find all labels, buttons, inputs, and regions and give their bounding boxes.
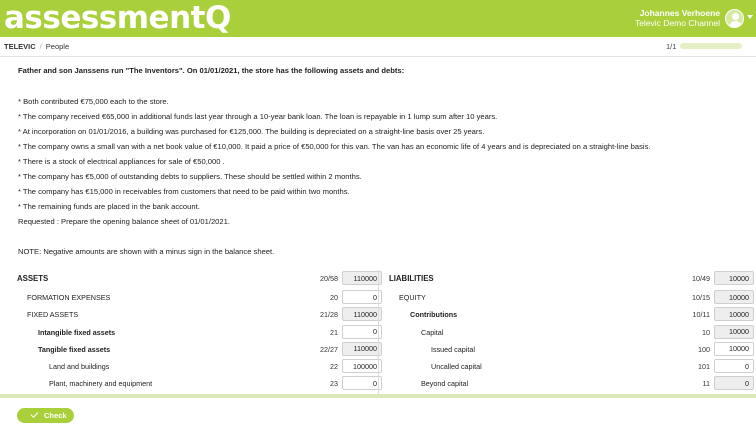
row-label: Contributions	[410, 310, 458, 320]
assets-row: FORMATION EXPENSES 20	[17, 289, 382, 306]
assets-row: Intangible fixed assets 21	[17, 324, 382, 341]
checkmark-icon	[30, 410, 39, 418]
row-value-input[interactable]	[714, 359, 754, 374]
liabilities-header-row: LIABILITIES 10/49	[389, 270, 754, 289]
row-value-input	[714, 376, 754, 391]
row-code: 10/11	[692, 310, 710, 320]
user-name: Johannes Verhoene	[639, 8, 720, 18]
page-counter: 1/1	[666, 42, 677, 51]
row-code: 11	[702, 379, 710, 389]
question-line: * The remaining funds are placed in the …	[18, 202, 200, 211]
assets-row: Plant, machinery and equipment 23	[17, 375, 382, 392]
liabilities-row: Capital 10	[389, 324, 754, 341]
question-note: NOTE: Negative amounts are shown with a …	[18, 247, 275, 256]
liabilities-row: Uncalled capital 101	[389, 358, 754, 375]
question-text: Father and son Janssens run "The Invento…	[18, 63, 738, 259]
top-bar: assessmentQ Johannes Verhoene Televic De…	[0, 0, 756, 37]
liabilities-row: EQUITY 10/15	[389, 289, 754, 306]
row-value-input[interactable]	[342, 376, 382, 391]
row-code: 21	[330, 327, 338, 337]
row-code: 20/58	[320, 274, 338, 283]
row-code: 22/27	[320, 344, 338, 354]
breadcrumb-item-televic[interactable]: TELEVIC	[4, 42, 36, 51]
assets-title: ASSETS	[17, 274, 49, 283]
row-label: FIXED ASSETS	[27, 310, 79, 320]
app-logo: assessmentQ	[4, 0, 231, 36]
row-value-input	[714, 307, 754, 322]
question-line: * The company received €65,000 in additi…	[18, 112, 498, 121]
row-label: Plant, machinery and equipment	[49, 379, 153, 389]
question-title: Father and son Janssens run "The Invento…	[18, 66, 405, 75]
row-code: 101	[698, 362, 710, 372]
row-label: Tangible fixed assets	[38, 344, 111, 354]
user-channel: Televic Demo Channel	[634, 18, 720, 28]
question-content: Father and son Janssens run "The Invento…	[0, 58, 756, 394]
row-code: 23	[330, 379, 338, 389]
row-label: Land and buildings	[49, 362, 110, 372]
row-code: 10/49	[692, 274, 710, 283]
row-label: Uncalled capital	[431, 362, 482, 372]
check-button[interactable]: Check	[17, 408, 74, 423]
avatar[interactable]	[725, 9, 744, 28]
row-label: Beyond capital	[421, 379, 469, 389]
assets-row: FIXED ASSETS 21/28	[17, 306, 382, 323]
question-line: * There is a stock of electrical applian…	[18, 157, 225, 166]
row-value-input	[714, 324, 754, 339]
assets-row: Tangible fixed assets 22/27	[17, 341, 382, 358]
row-code: 22	[330, 362, 338, 372]
row-label: Capital	[421, 327, 444, 337]
footer-bar: Check	[0, 398, 756, 429]
question-line: Requested : Prepare the opening balance …	[18, 217, 230, 226]
liabilities-row: Issued capital 100	[389, 341, 754, 358]
row-value-input[interactable]	[342, 324, 382, 339]
row-value-input[interactable]	[714, 341, 754, 356]
row-label: Intangible fixed assets	[38, 327, 116, 337]
question-line: * At incorporation on 01/01/2016, a buil…	[18, 127, 485, 136]
liabilities-row: Contributions 10/11	[389, 306, 754, 323]
breadcrumb: TELEVIC / People	[4, 42, 69, 51]
column-divider	[378, 270, 379, 394]
row-label: FORMATION EXPENSES	[27, 293, 111, 302]
question-line: * Both contributed €75,000 each to the s…	[18, 97, 169, 106]
progress-bar	[680, 43, 742, 49]
avatar-head	[732, 13, 739, 20]
row-value-input	[342, 341, 382, 356]
question-line: * The company has €5,000 of outstanding …	[18, 172, 362, 181]
chevron-down-icon[interactable]	[747, 15, 753, 19]
assets-header-row: ASSETS 20/58	[17, 270, 382, 289]
row-code: 10/15	[692, 293, 710, 302]
row-value-input[interactable]	[342, 290, 382, 304]
row-value-input	[714, 290, 754, 304]
liabilities-total-input	[714, 271, 754, 285]
row-code: 20	[330, 293, 338, 302]
row-code: 100	[698, 344, 710, 354]
row-label: Issued capital	[431, 344, 475, 354]
user-menu[interactable]: Johannes Verhoene Televic Demo Channel	[635, 8, 720, 28]
liabilities-row: Beyond capital 11	[389, 375, 754, 392]
row-label: EQUITY	[399, 293, 426, 302]
question-line: * The company owns a small van with a ne…	[18, 142, 651, 151]
breadcrumb-bar: TELEVIC / People 1/1	[0, 37, 756, 57]
row-value-input[interactable]	[342, 359, 382, 374]
assets-total-input	[342, 271, 382, 285]
breadcrumb-item-people[interactable]: People	[46, 42, 69, 51]
assets-column: ASSETS 20/58 FORMATION EXPENSES 20 FIXED A…	[17, 270, 382, 393]
row-code: 21/28	[320, 310, 338, 320]
check-button-label: Check	[44, 411, 67, 420]
breadcrumb-separator: /	[39, 42, 42, 51]
liabilities-column: LIABILITIES 10/49 EQUITY 10/15 Contributio…	[389, 270, 754, 393]
avatar-body	[729, 21, 742, 27]
question-line: * The company has €15,000 in receivables…	[18, 187, 350, 196]
assets-row: Land and buildings 22	[17, 358, 382, 375]
liabilities-title: LIABILITIES	[389, 274, 434, 283]
row-value-input	[342, 307, 382, 322]
row-code: 10	[702, 327, 710, 337]
